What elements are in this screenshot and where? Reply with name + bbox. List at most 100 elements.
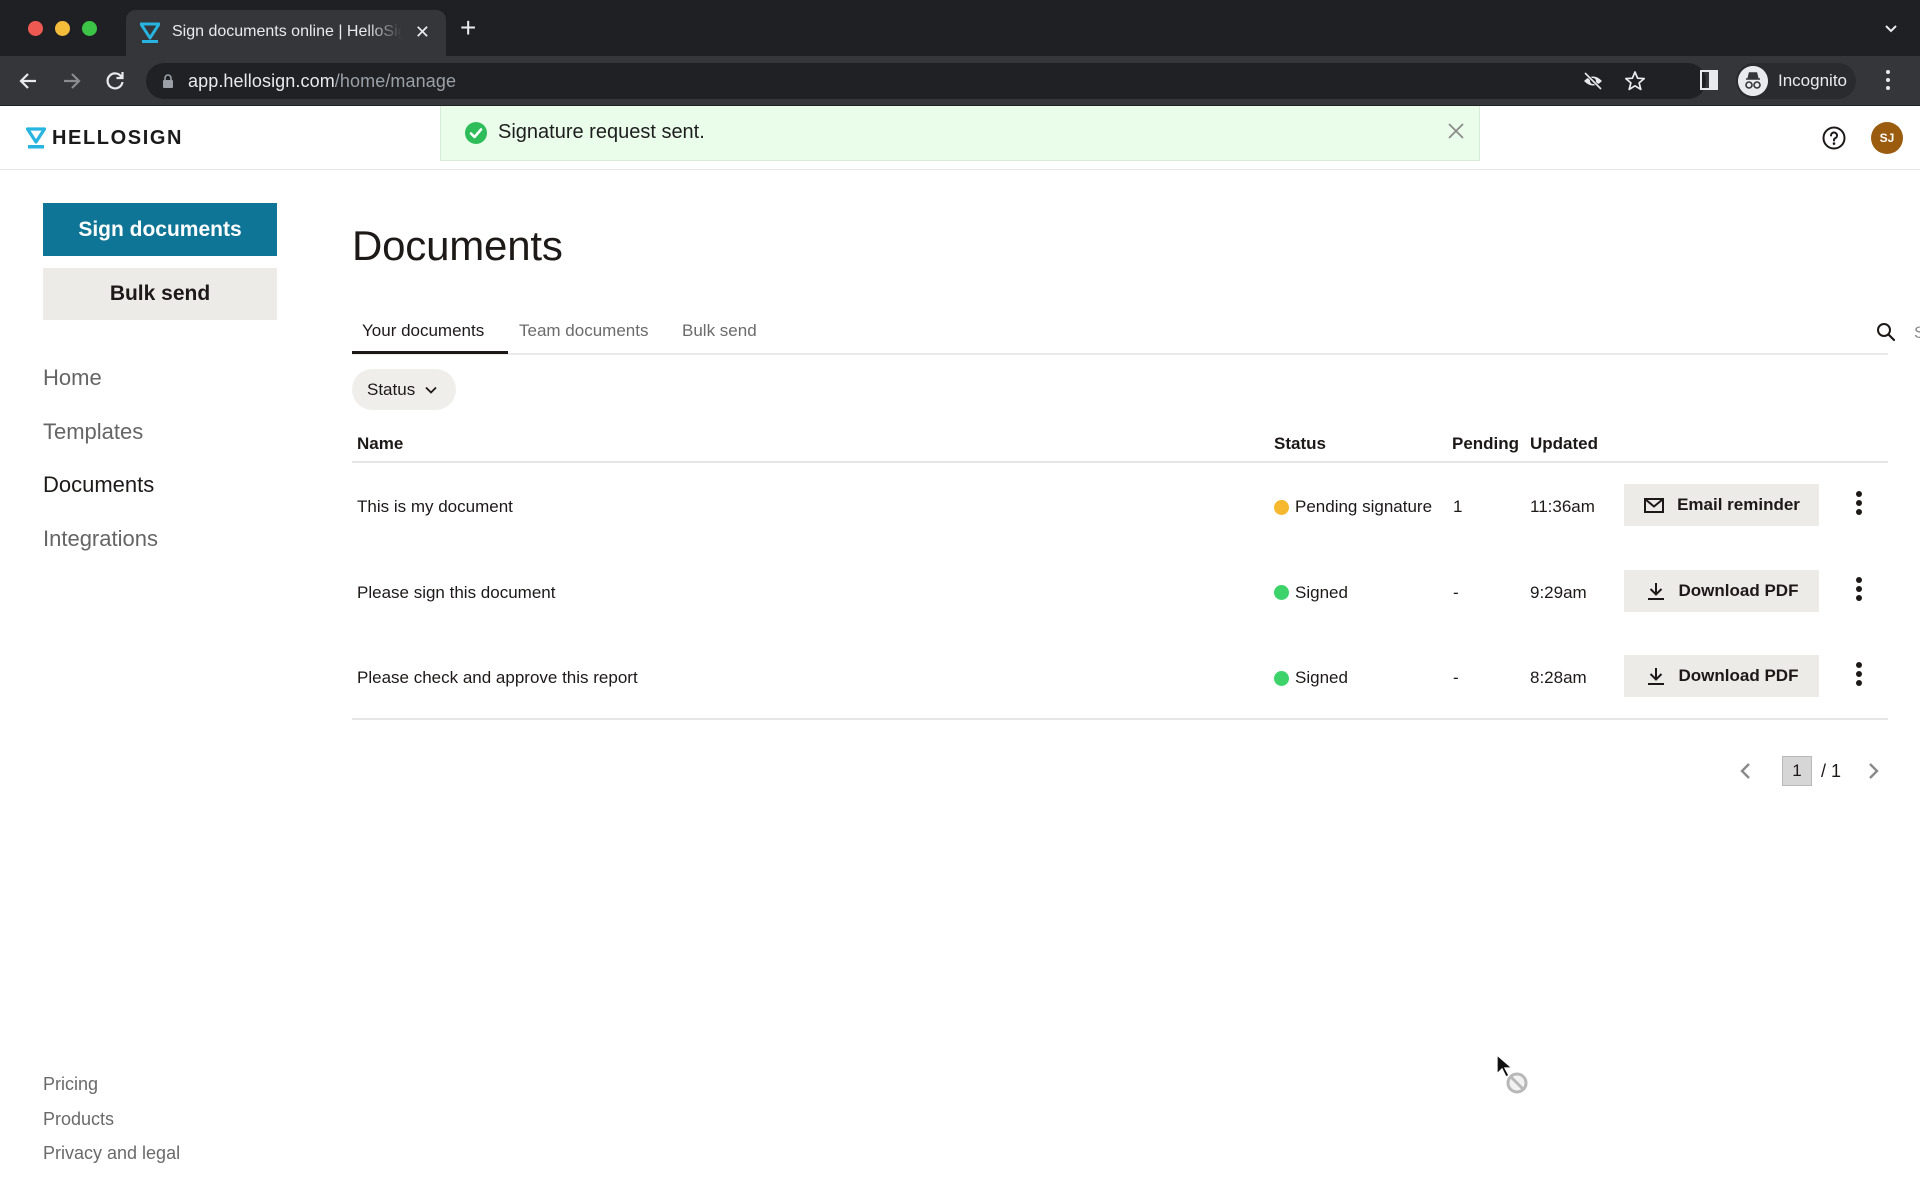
pagination: 1 / 1 <box>1736 755 1883 787</box>
address-bar[interactable]: app.hellosign.com/home/manage <box>146 63 1706 99</box>
browser-toolbar: app.hellosign.com/home/manage Incognito <box>0 56 1920 106</box>
email-reminder-button[interactable]: Email reminder <box>1624 484 1819 526</box>
sidebar-item-home[interactable]: Home <box>43 362 158 416</box>
footer-link-privacy-legal[interactable]: Privacy and legal <box>43 1140 180 1175</box>
more-options-icon[interactable] <box>1852 491 1866 519</box>
document-status: Pending signature <box>1274 497 1432 517</box>
action-label: Download PDF <box>1678 580 1799 600</box>
browser-tab-bar: Sign documents online | HelloSign ✕ + <box>0 0 1920 56</box>
status-label: Pending signature <box>1295 497 1433 516</box>
app-header: HELLOSIGN Signature request sent. SJ <box>0 106 1920 170</box>
table-row[interactable]: Please sign this document Signed - 9:29a… <box>352 549 1888 635</box>
close-toast-icon[interactable] <box>1445 120 1467 142</box>
current-page[interactable]: 1 <box>1782 756 1812 786</box>
updated-time: 11:36am <box>1530 497 1595 516</box>
status-filter-dropdown[interactable]: Status <box>352 369 456 410</box>
page-title: Documents <box>352 222 563 269</box>
sidebar-nav: Home Templates Documents Integrations <box>43 362 158 576</box>
mail-icon <box>1644 498 1665 513</box>
help-icon[interactable] <box>1822 126 1846 150</box>
table-header: Name Status Pending Updated <box>352 430 1888 463</box>
column-header-pending[interactable]: Pending <box>1452 434 1519 454</box>
eye-off-icon[interactable] <box>1582 71 1604 91</box>
back-icon[interactable] <box>16 68 42 94</box>
incognito-label: Incognito <box>1778 71 1847 90</box>
browser-tab[interactable]: Sign documents online | HelloSign ✕ <box>126 10 446 56</box>
sidebar-item-integrations[interactable]: Integrations <box>43 523 158 577</box>
updated-time: 9:29am <box>1530 582 1587 602</box>
sidebar-footer: Pricing Products Privacy and legal <box>43 1071 180 1175</box>
status-label: Signed <box>1295 582 1348 602</box>
updated-time: 8:28am <box>1530 668 1587 687</box>
browser-menu-icon[interactable] <box>1884 70 1892 92</box>
more-options-icon[interactable] <box>1852 662 1866 690</box>
page-total: / 1 <box>1821 760 1842 781</box>
status-dot-signed <box>1274 670 1289 686</box>
bulk-send-button[interactable]: Bulk send <box>43 268 277 320</box>
forward-icon[interactable] <box>58 68 84 94</box>
sign-documents-button[interactable]: Sign documents <box>43 203 277 256</box>
column-header-updated[interactable]: Updated <box>1530 434 1598 454</box>
more-options-icon[interactable] <box>1852 576 1866 605</box>
table-row[interactable]: This is my document Pending signature 1 … <box>352 463 1888 549</box>
pending-count: - <box>1453 668 1459 687</box>
column-header-status[interactable]: Status <box>1274 434 1326 454</box>
tab-team-documents[interactable]: Team documents <box>519 321 648 341</box>
tab-bulk-send[interactable]: Bulk send <box>682 321 757 341</box>
logo-text: HELLOSIGN <box>52 126 184 149</box>
document-name[interactable]: This is my document <box>357 497 513 517</box>
download-pdf-button[interactable]: Download PDF <box>1624 569 1819 612</box>
document-status: Signed <box>1274 583 1348 603</box>
status-filter-label: Status <box>367 379 416 399</box>
footer-link-pricing[interactable]: Pricing <box>43 1071 180 1106</box>
lock-icon <box>163 74 173 88</box>
document-status: Signed <box>1274 668 1348 688</box>
check-circle-icon <box>465 122 487 144</box>
reload-icon[interactable] <box>102 68 128 94</box>
sidebar-item-templates[interactable]: Templates <box>43 416 158 470</box>
search-box <box>1876 319 1920 347</box>
search-input[interactable] <box>1914 319 1920 347</box>
tab-your-documents[interactable]: Your documents <box>362 321 484 341</box>
status-label: Signed <box>1295 668 1348 687</box>
chevron-left-icon[interactable] <box>1736 761 1756 781</box>
action-label: Email reminder <box>1677 495 1800 514</box>
incognito-icon <box>1738 66 1768 96</box>
hellosign-logo[interactable]: HELLOSIGN <box>26 126 183 150</box>
minimize-window-button[interactable] <box>55 21 70 36</box>
download-pdf-button[interactable]: Download PDF <box>1624 655 1819 697</box>
mouse-cursor-not-allowed-icon <box>1496 1054 1528 1094</box>
url-path: /home/manage <box>334 71 457 91</box>
document-name[interactable]: Please check and approve this report <box>357 668 638 688</box>
hellosign-logo-icon <box>26 127 46 149</box>
search-icon <box>1877 323 1896 342</box>
user-avatar[interactable]: SJ <box>1871 122 1903 154</box>
status-dot-signed <box>1274 585 1289 600</box>
new-tab-button[interactable]: + <box>460 14 476 42</box>
document-tabs: Your documents Team documents Bulk send <box>352 312 1920 355</box>
tab-title: Sign documents online | HelloSign <box>172 23 402 40</box>
chevron-right-icon[interactable] <box>1863 761 1883 781</box>
url-text: app.hellosign.com/home/manage <box>188 71 456 92</box>
maximize-window-button[interactable] <box>82 21 97 36</box>
success-toast: Signature request sent. <box>440 106 1480 161</box>
download-icon <box>1647 582 1664 600</box>
column-header-name[interactable]: Name <box>357 434 403 454</box>
close-tab-icon[interactable]: ✕ <box>415 22 430 42</box>
pending-count: - <box>1453 582 1459 602</box>
side-panel-icon[interactable] <box>1700 70 1718 90</box>
hellosign-favicon-icon <box>140 22 160 43</box>
bookmark-star-icon[interactable] <box>1624 70 1646 92</box>
pending-count: 1 <box>1453 497 1463 516</box>
close-window-button[interactable] <box>28 21 43 36</box>
documents-table: Name Status Pending Updated This is my d… <box>352 430 1888 720</box>
toast-message: Signature request sent. <box>498 121 705 143</box>
active-tab-indicator <box>352 351 508 354</box>
url-host: app.hellosign.com <box>188 71 335 91</box>
tab-search-chevron-icon[interactable] <box>1884 22 1898 36</box>
document-name[interactable]: Please sign this document <box>357 583 555 603</box>
incognito-profile-button[interactable]: Incognito <box>1736 63 1856 99</box>
table-row[interactable]: Please check and approve this report Sig… <box>352 634 1888 720</box>
footer-link-products[interactable]: Products <box>43 1106 180 1141</box>
sidebar-item-documents[interactable]: Documents <box>43 469 158 523</box>
